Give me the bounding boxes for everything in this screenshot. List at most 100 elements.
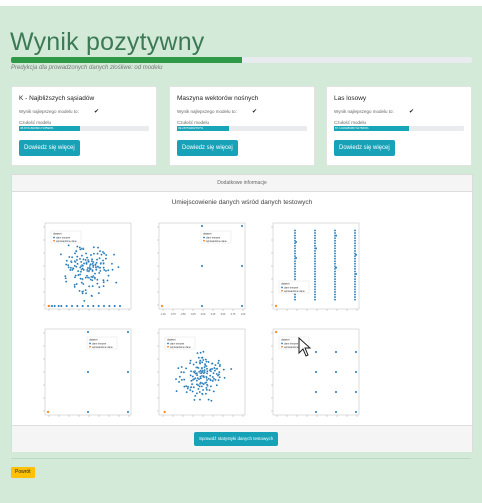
data-point [69, 266, 72, 270]
data-point [65, 304, 68, 308]
data-point [197, 387, 200, 391]
data-point [293, 260, 297, 263]
data-point [353, 265, 357, 268]
data-point [217, 361, 220, 365]
legend-entry: wprowadzone dane [170, 346, 191, 349]
data-point [205, 378, 209, 382]
data-point [76, 262, 79, 265]
data-point [333, 288, 337, 291]
test-stats-button[interactable]: Sprawdź statystyki danych testowych [194, 432, 279, 446]
data-point [192, 386, 195, 389]
data-point [213, 366, 216, 370]
data-point [313, 257, 317, 260]
data-point [211, 375, 214, 379]
data-point [90, 294, 93, 297]
learn-more-button[interactable]: Dowiedz się więcej [334, 140, 395, 156]
data-point [107, 274, 110, 277]
data-point [353, 234, 357, 237]
data-point [354, 350, 358, 354]
details-footer: Sprawdź statystyki danych testowych [12, 425, 472, 452]
data-point [333, 242, 337, 245]
learn-more-button[interactable]: Dowiedz się więcej [19, 140, 80, 156]
data-point [313, 283, 317, 286]
data-point [200, 224, 204, 228]
data-point [189, 359, 192, 362]
data-point [333, 237, 337, 240]
data-point [202, 358, 205, 362]
plot-legend: datasetdane testowewprowadzone dane [200, 230, 232, 244]
data-point [76, 255, 79, 258]
x-tick-label: -0.75 [170, 314, 176, 316]
data-point [353, 260, 357, 263]
data-point [73, 285, 76, 289]
data-point [191, 375, 194, 378]
data-point [73, 283, 76, 286]
data-point [106, 279, 109, 282]
data-point [333, 257, 337, 260]
data-point [211, 379, 214, 383]
data-point [353, 262, 357, 265]
details-header: Dodatkowe informacje [12, 175, 472, 192]
data-point [190, 379, 193, 382]
data-point [64, 274, 67, 278]
data-point [293, 231, 297, 235]
data-point [293, 234, 297, 237]
data-point [198, 362, 202, 365]
data-point [178, 375, 181, 378]
data-point [189, 370, 193, 373]
data-point [313, 262, 317, 265]
plot-legend: datasetdane testowewprowadzone dane [86, 336, 118, 350]
data-point [274, 304, 278, 308]
plots-title: Umiejscowienie danych wśród danych testo… [171, 199, 313, 206]
data-point [333, 272, 337, 276]
data-point [314, 247, 318, 250]
data-point [47, 304, 50, 308]
data-point [196, 366, 199, 369]
data-point [70, 304, 74, 308]
data-point [202, 350, 205, 353]
data-point [118, 304, 122, 308]
divider [11, 458, 471, 459]
data-point [313, 278, 317, 281]
data-point [333, 247, 337, 250]
data-point [89, 278, 92, 281]
data-point [201, 392, 204, 395]
page-subtitle: Predykcja dla prowadzonych danych złośli… [11, 65, 163, 71]
data-point [204, 392, 208, 395]
data-point [354, 390, 358, 394]
data-point [92, 304, 95, 308]
data-point [197, 356, 200, 359]
data-point [333, 239, 337, 242]
data-point [111, 268, 114, 271]
data-point [186, 387, 189, 390]
data-point [293, 244, 297, 247]
learn-more-button[interactable]: Dowiedz się więcej [177, 140, 238, 156]
data-point [100, 253, 103, 256]
data-point [313, 298, 317, 301]
data-point [87, 260, 90, 263]
scatter-plot-5: datasetdane testowewprowadzone dane [145, 325, 249, 427]
data-point [293, 229, 297, 232]
data-point [183, 385, 186, 388]
data-point [75, 265, 78, 268]
data-point [206, 383, 209, 386]
data-point [81, 290, 84, 293]
data-point [102, 279, 105, 282]
data-point [174, 377, 178, 381]
data-point [313, 229, 317, 232]
check-icon: ✔ [252, 109, 258, 115]
back-button[interactable]: Powrót [11, 467, 35, 478]
data-point [198, 390, 201, 394]
data-point [177, 367, 180, 370]
data-point [313, 285, 317, 288]
data-point [353, 267, 357, 270]
data-point [202, 375, 205, 378]
legend-marker [89, 345, 91, 348]
data-point [293, 270, 297, 273]
data-point [215, 367, 219, 370]
model-title: K - Najbliższych sąsiadów [19, 95, 95, 102]
data-point [313, 267, 317, 270]
data-point [293, 298, 297, 301]
model-card-svm: Maszyna wektorów nośnych Wynik najlepsze… [169, 86, 315, 166]
data-point [203, 371, 206, 374]
